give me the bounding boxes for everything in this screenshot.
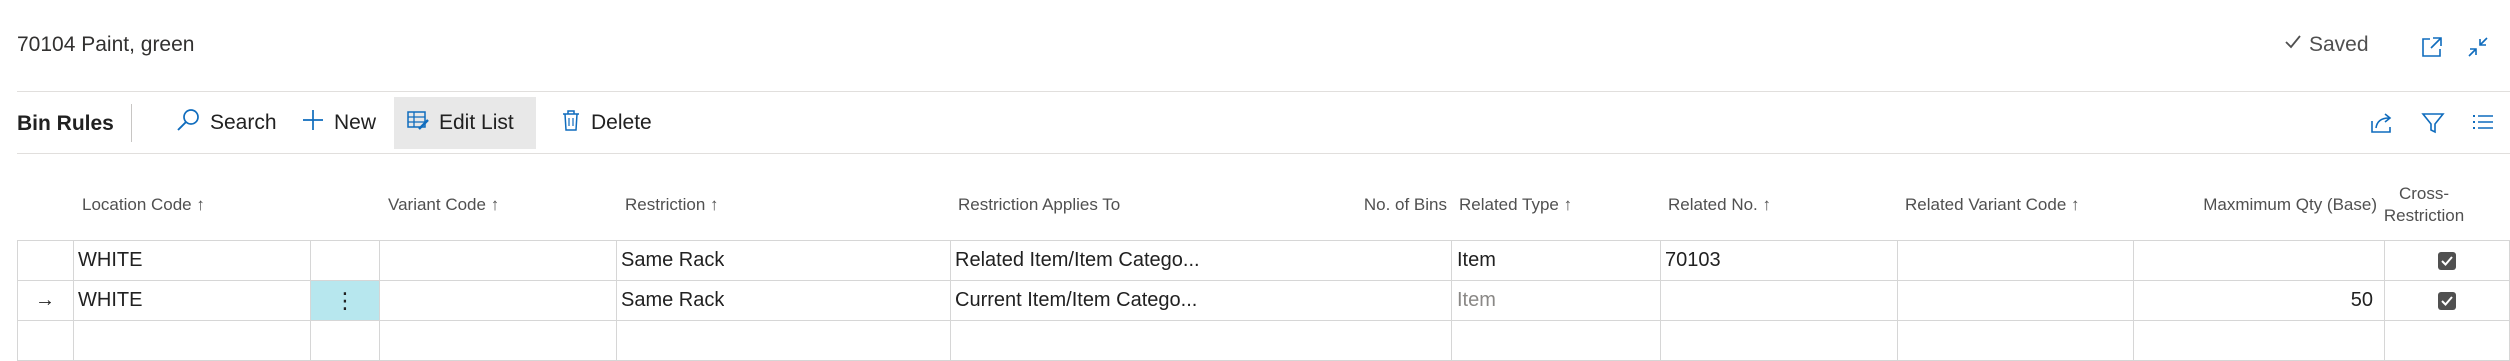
search-icon: [175, 107, 201, 139]
column-header-related-variant-code[interactable]: Related Variant Code ↑: [1905, 170, 2080, 240]
share-icon[interactable]: [2364, 105, 2400, 141]
column-label: Variant Code: [388, 195, 486, 214]
column-header-restriction-applies-to[interactable]: Restriction Applies To: [958, 170, 1120, 240]
action-separator: [131, 104, 132, 142]
edit-list-icon: [406, 108, 430, 138]
table-row[interactable]: WHITE Same Rack Related Item/Item Catego…: [17, 241, 2510, 280]
column-label: No. of Bins: [1363, 195, 1447, 214]
column-label: Restriction Applies To: [958, 195, 1121, 214]
delete-label: Delete: [591, 111, 652, 134]
no-of-bins-cell[interactable]: [1237, 241, 1442, 280]
search-button[interactable]: Search: [163, 97, 289, 149]
cross-restriction-checkbox[interactable]: [2438, 251, 2456, 270]
checkmark-icon: [2441, 295, 2453, 306]
restriction-cell[interactable]: Same Rack: [621, 281, 724, 320]
sort-arrow-icon: ↑: [196, 195, 205, 214]
filter-icon[interactable]: [2415, 105, 2451, 141]
cross-restriction-cell: [2385, 241, 2509, 280]
action-divider: [17, 153, 2510, 154]
location-code-cell[interactable]: WHITE: [78, 241, 142, 280]
checkmark-icon: [2441, 255, 2453, 266]
maximum-qty-cell[interactable]: 50: [2137, 281, 2373, 320]
new-label: New: [334, 111, 377, 134]
action-bar: Bin Rules Search New Edit List Delete: [0, 92, 2510, 154]
plus-icon: [301, 108, 325, 138]
empty-new-row[interactable]: [17, 321, 2510, 360]
column-header-restriction[interactable]: Restriction ↑: [625, 170, 719, 240]
column-label: Location Code: [82, 195, 192, 214]
title-bar: 70104 Paint, green Saved: [0, 0, 2510, 92]
related-type-cell[interactable]: Item: [1457, 241, 1496, 280]
saved-label: Saved: [2309, 33, 2369, 56]
edit-list-button[interactable]: Edit List: [394, 97, 536, 149]
column-header-cross-restriction[interactable]: Cross- Restriction: [2384, 170, 2464, 240]
sort-arrow-icon: ↑: [2071, 195, 2080, 214]
collapse-icon[interactable]: [2460, 29, 2496, 65]
column-header-related-type[interactable]: Related Type ↑: [1459, 170, 1572, 240]
open-new-window-icon[interactable]: [2414, 29, 2450, 65]
column-header-variant-code[interactable]: Variant Code ↑: [388, 170, 499, 240]
column-label: Related No.: [1668, 195, 1758, 214]
column-label: Related Variant Code: [1905, 195, 2067, 214]
column-header-maximum-qty[interactable]: Maxmimum Qty (Base): [2137, 170, 2377, 240]
new-button[interactable]: New: [289, 97, 388, 149]
maximum-qty-cell[interactable]: [2137, 241, 2373, 280]
column-header-no-of-bins[interactable]: No. of Bins: [1237, 170, 1447, 240]
related-type-cell[interactable]: Item: [1457, 281, 1496, 320]
column-label: Restriction: [2383, 206, 2465, 225]
restriction-cell[interactable]: Same Rack: [621, 241, 724, 280]
column-label: Related Type: [1459, 195, 1559, 214]
saved-status: Saved: [2283, 32, 2369, 58]
location-code-cell[interactable]: WHITE: [78, 281, 142, 320]
page-name: Bin Rules: [17, 112, 114, 135]
delete-button[interactable]: Delete: [548, 97, 664, 149]
restriction-applies-to-cell[interactable]: Related Item/Item Catego...: [955, 241, 1225, 280]
cross-restriction-checkbox[interactable]: [2438, 291, 2456, 310]
cross-restriction-cell: [2385, 281, 2509, 320]
list-view-icon[interactable]: [2465, 105, 2501, 141]
sort-arrow-icon: ↑: [710, 195, 719, 214]
no-of-bins-cell[interactable]: [1237, 281, 1442, 320]
column-label: Restriction: [625, 195, 706, 214]
column-label: Maxmimum Qty (Base): [2203, 195, 2377, 214]
column-header-related-no[interactable]: Related No. ↑: [1668, 170, 1771, 240]
related-no-cell[interactable]: 70103: [1665, 241, 1721, 280]
restriction-applies-to-cell[interactable]: Current Item/Item Catego...: [955, 281, 1225, 320]
page-title: 70104 Paint, green: [17, 33, 195, 56]
trash-icon: [560, 108, 582, 138]
sort-arrow-icon: ↑: [1563, 195, 1573, 214]
search-label: Search: [210, 111, 277, 134]
table-row-selected[interactable]: → WHITE ⋮ Same Rack Current Item/Item Ca…: [17, 281, 2510, 320]
edit-list-label: Edit List: [439, 111, 514, 134]
sort-arrow-icon: ↑: [490, 195, 500, 214]
column-label: Cross-: [2398, 184, 2450, 203]
current-row-arrow-icon: →: [35, 289, 55, 311]
column-header-location-code[interactable]: Location Code ↑: [82, 170, 205, 240]
sort-arrow-icon: ↑: [1762, 195, 1772, 214]
check-icon: [2283, 32, 2303, 58]
row-menu-button[interactable]: ⋮: [311, 281, 379, 320]
